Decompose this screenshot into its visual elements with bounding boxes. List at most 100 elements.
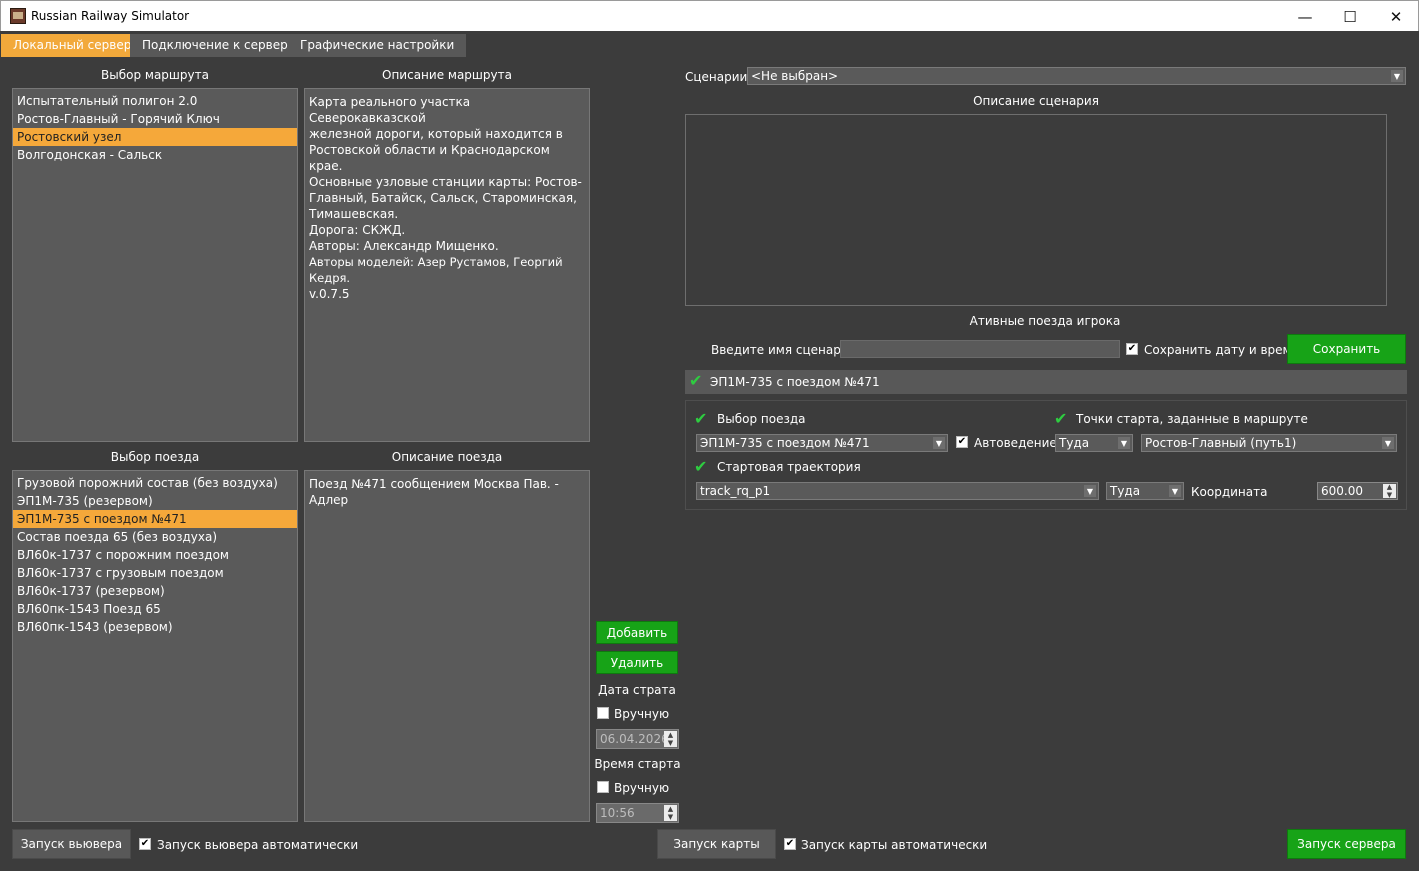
viewer-auto-label: Запуск вьювера автоматически	[157, 838, 359, 852]
scenario-label: Сценарии	[685, 70, 748, 84]
active-train-settings: ✔ Выбор поезда ✔ Точки старта, заданные …	[685, 400, 1407, 510]
spin-arrows-icon[interactable]: ▲ ▼	[664, 805, 677, 821]
coordinate-label: Координата	[1191, 485, 1268, 499]
window-titlebar: Russian Railway Simulator — ☐ ✕	[0, 0, 1419, 31]
scenario-desc-header: Описание сценария	[973, 94, 1099, 108]
train-item[interactable]: ВЛ60пк-1543 Поезд 65	[13, 600, 297, 618]
autodrive-checkbox[interactable]: ✔	[956, 436, 968, 448]
train-item[interactable]: ЭП1М-735 (резервом)	[13, 492, 297, 510]
remove-button[interactable]: Удалить	[596, 651, 678, 674]
start-date-label: Дата страта	[598, 683, 676, 697]
route-desc-line: Авторы моделей: Азер Рустамов, Георгий К…	[309, 255, 563, 285]
add-button[interactable]: Добавить	[596, 621, 678, 644]
active-train-label: ЭП1М-735 с поездом №471	[710, 375, 880, 389]
coordinate-value: 600.00	[1321, 484, 1363, 498]
launch-map-button[interactable]: Запуск карты	[657, 829, 776, 859]
tab-connect-server[interactable]: Подключение к серверу	[130, 34, 307, 57]
autodrive-label: Автоведение	[974, 436, 1057, 450]
train-item[interactable]: ВЛ60пк-1543 (резервом)	[13, 618, 297, 636]
station-combo[interactable]: Ростов-Главный (путь1) ▼	[1141, 434, 1397, 452]
route-desc-line: v.0.7.5	[309, 287, 350, 301]
time-spinbox[interactable]: 10:56 ▲ ▼	[596, 803, 679, 823]
route-select-header: Выбор маршрута	[101, 68, 209, 82]
direction-value-2: Туда	[1110, 484, 1141, 498]
active-train-row[interactable]: ✔ ЭП1М-735 с поездом №471	[685, 370, 1407, 394]
chevron-down-icon[interactable]: ▼	[1084, 485, 1096, 497]
manual-date-label: Вручную	[614, 707, 670, 721]
scenario-name-input[interactable]	[840, 340, 1120, 358]
manual-date-checkbox[interactable]	[597, 707, 609, 719]
route-list[interactable]: Испытательный полигон 2.0 Ростов-Главный…	[12, 88, 298, 442]
direction-combo-2[interactable]: Туда ▼	[1106, 482, 1184, 500]
train-desc-text: Поезд №471 сообщением Москва Пав. - Адле…	[309, 477, 559, 507]
tab-bar: Локальный сервер Подключение к серверу Г…	[0, 31, 1419, 57]
train-list[interactable]: Грузовой порожний состав (без воздуха) Э…	[12, 470, 298, 822]
route-desc-line: Ростовской области и Краснодарском крае.	[309, 143, 550, 173]
train-item[interactable]: ВЛ60к-1737 (резервом)	[13, 582, 297, 600]
train-item[interactable]: ВЛ60к-1737 с порожним поездом	[13, 546, 297, 564]
trajectory-combo[interactable]: track_rq_p1 ▼	[696, 482, 1099, 500]
route-desc-line: Главный, Батайск, Сальск, Староминская,	[309, 191, 577, 205]
map-auto-checkbox[interactable]: ✔	[784, 838, 796, 850]
train-desc-header: Описание поезда	[391, 450, 503, 464]
spin-arrows-icon[interactable]: ▲ ▼	[1383, 483, 1396, 499]
active-trains-header: Ативные поезда игрока	[969, 314, 1121, 328]
route-desc-line: Тимашевская.	[309, 207, 399, 221]
train-item[interactable]: Состав поезда 65 (без воздуха)	[13, 528, 297, 546]
chevron-down-icon[interactable]: ▼	[933, 437, 945, 449]
start-points-label: Точки старта, заданные в маршруте	[1076, 412, 1308, 426]
launch-viewer-button[interactable]: Запуск вьювера	[12, 829, 131, 859]
spin-arrows-icon[interactable]: ▲ ▼	[664, 731, 677, 747]
route-desc-line: железной дороги, который находится в	[309, 127, 563, 141]
close-button[interactable]: ✕	[1373, 1, 1419, 32]
window-title: Russian Railway Simulator	[31, 9, 190, 23]
manual-time-checkbox[interactable]	[597, 781, 609, 793]
train-select-label: Выбор поезда	[717, 412, 806, 426]
tab-graphics-settings[interactable]: Графические настройки	[288, 34, 467, 57]
launch-server-button[interactable]: Запуск сервера	[1287, 829, 1406, 859]
chevron-down-icon[interactable]: ▼	[1382, 437, 1394, 449]
save-datetime-checkbox[interactable]: ✔	[1126, 343, 1138, 355]
route-description: Карта реального участка Северокавказской…	[304, 88, 590, 442]
chevron-down-icon[interactable]: ▼	[1118, 437, 1130, 449]
direction-value-1: Туда	[1059, 436, 1090, 450]
route-desc-line: Дорога: СКЖД.	[309, 223, 406, 237]
route-desc-line: Авторы: Александр Мищенко.	[309, 239, 499, 253]
train-select-value: ЭП1М-735 с поездом №471	[700, 436, 870, 450]
train-item-selected[interactable]: ЭП1М-735 с поездом №471	[13, 510, 297, 528]
scenario-description[interactable]	[685, 114, 1387, 306]
check-icon: ✔	[689, 371, 703, 390]
check-icon: ✔	[694, 409, 708, 428]
train-description: Поезд №471 сообщением Москва Пав. - Адле…	[304, 470, 590, 822]
route-desc-header: Описание маршрута	[382, 68, 512, 82]
route-item-selected[interactable]: Ростовский узел	[13, 128, 297, 146]
manual-time-label: Вручную	[614, 781, 670, 795]
minimize-button[interactable]: —	[1282, 1, 1328, 32]
tab-local-server[interactable]: Локальный сервер	[1, 34, 144, 57]
app-icon	[10, 8, 26, 24]
save-button[interactable]: Сохранить	[1287, 334, 1406, 364]
maximize-button[interactable]: ☐	[1327, 1, 1373, 32]
train-item[interactable]: Грузовой порожний состав (без воздуха)	[13, 474, 297, 492]
coordinate-spinbox[interactable]: 600.00 ▲ ▼	[1317, 482, 1398, 500]
scenario-name-label: Введите имя сценария	[711, 343, 856, 357]
route-item[interactable]: Ростов-Главный - Горячий Ключ	[13, 110, 297, 128]
train-select-header: Выбор поезда	[110, 450, 200, 464]
scenario-selected-value: <Не выбран>	[751, 69, 839, 83]
train-select-combo[interactable]: ЭП1М-735 с поездом №471 ▼	[696, 434, 948, 452]
date-spinbox[interactable]: 06.04.2026 ▲ ▼	[596, 729, 679, 749]
station-value: Ростов-Главный (путь1)	[1145, 436, 1297, 450]
route-item[interactable]: Волгодонская - Сальск	[13, 146, 297, 164]
scenario-select[interactable]: <Не выбран> ▼	[747, 67, 1406, 85]
chevron-down-icon[interactable]: ▼	[1169, 485, 1181, 497]
route-item[interactable]: Испытательный полигон 2.0	[13, 92, 297, 110]
route-desc-line: Основные узловые станции карты: Ростов-	[309, 175, 582, 189]
viewer-auto-checkbox[interactable]: ✔	[139, 838, 151, 850]
time-value: 10:56	[600, 806, 635, 820]
trajectory-label: Стартовая траектория	[717, 460, 861, 474]
chevron-down-icon[interactable]: ▼	[1391, 70, 1403, 82]
save-datetime-label: Сохранить дату и время	[1144, 343, 1299, 357]
direction-combo-1[interactable]: Туда ▼	[1055, 434, 1133, 452]
date-value: 06.04.2026	[600, 732, 669, 746]
train-item[interactable]: ВЛ60к-1737 с грузовым поездом	[13, 564, 297, 582]
